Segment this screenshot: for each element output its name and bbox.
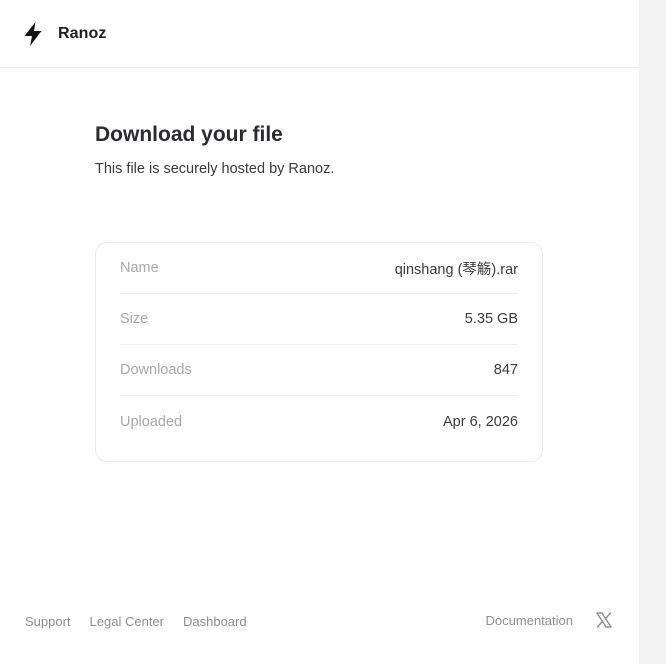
support-link[interactable]: Support — [25, 614, 71, 629]
top-bar: Ranoz — [0, 0, 639, 68]
file-details-card: Name qinshang (琴觞).rar Size 5.35 GB Down… — [95, 242, 543, 462]
page-subtitle: This file is securely hosted by Ranoz. — [95, 161, 335, 177]
file-size-row: Size 5.35 GB — [120, 294, 518, 345]
dashboard-link[interactable]: Dashboard — [183, 614, 247, 629]
documentation-link[interactable]: Documentation — [486, 613, 573, 628]
page: Ranoz Download your file This file is se… — [0, 0, 639, 664]
downloads-label: Downloads — [120, 362, 192, 378]
file-name-label: Name — [120, 260, 159, 276]
uploaded-value: Apr 6, 2026 — [443, 413, 518, 430]
footer-links: Support Legal Center Dashboard — [25, 614, 247, 629]
file-size-value: 5.35 GB — [464, 311, 518, 327]
file-name-row: Name qinshang (琴觞).rar — [120, 243, 518, 294]
downloads-value: 847 — [493, 362, 518, 378]
footer-right: Documentation — [486, 611, 613, 629]
file-name-value: qinshang (琴觞).rar — [394, 261, 518, 278]
uploaded-row: Uploaded Apr 6, 2026 — [120, 396, 518, 447]
footer: Support Legal Center Dashboard Documenta… — [0, 608, 639, 636]
page-title: Download your file — [95, 123, 283, 146]
brand-home-link[interactable]: Ranoz — [22, 21, 107, 47]
file-size-label: Size — [120, 311, 149, 327]
scrollbar-track[interactable] — [639, 0, 666, 664]
legal-center-link[interactable]: Legal Center — [90, 614, 164, 629]
downloads-row: Downloads 847 — [120, 345, 518, 396]
brand-name: Ranoz — [58, 24, 107, 42]
uploaded-label: Uploaded — [120, 413, 183, 430]
lightning-bolt-icon — [22, 21, 44, 47]
x-twitter-icon[interactable] — [595, 611, 613, 629]
